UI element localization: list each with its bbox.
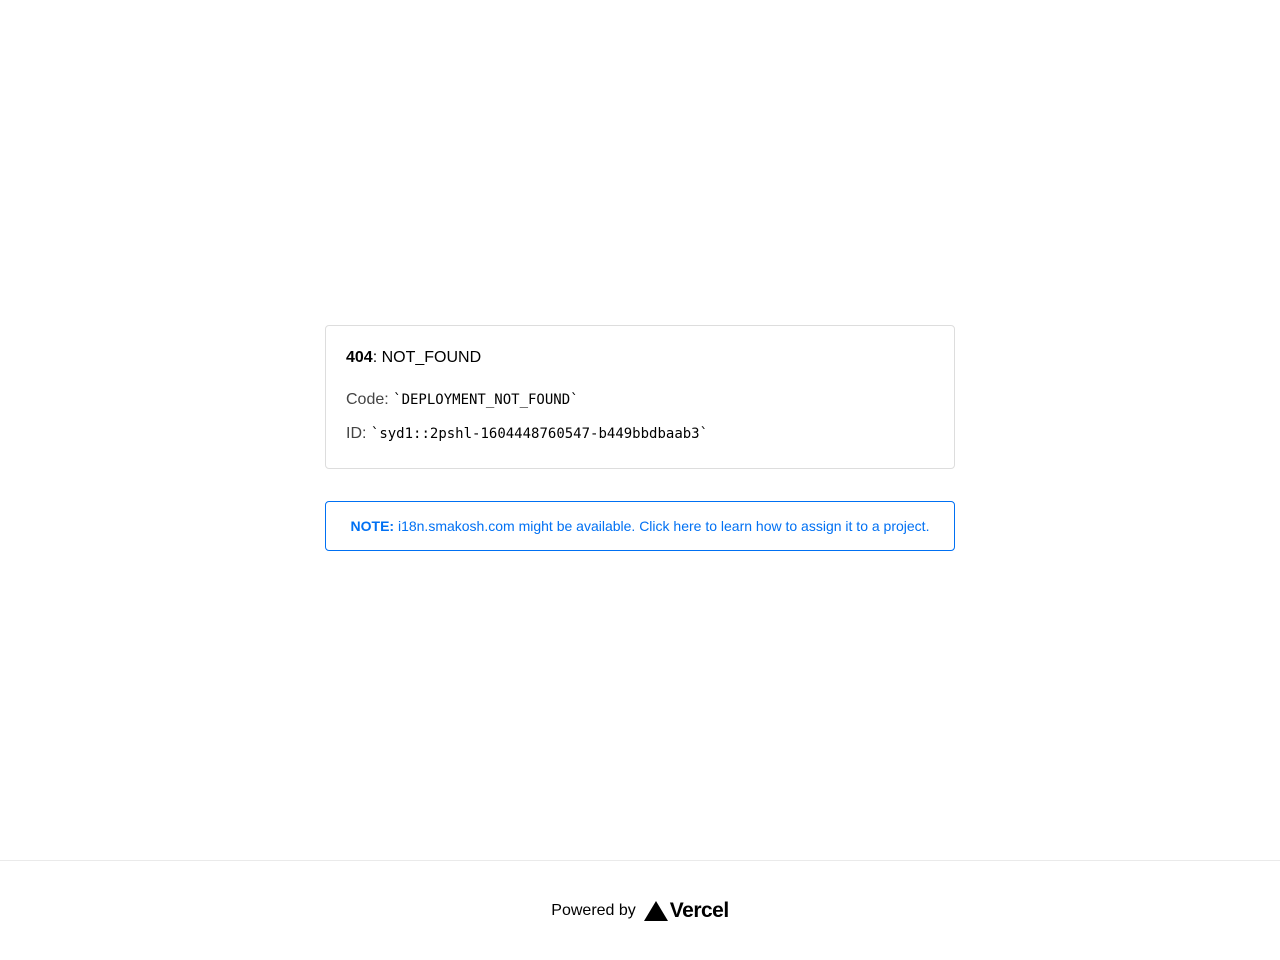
note-label: NOTE: (350, 518, 395, 534)
error-id-row: ID: `syd1::2pshl-1604448760547-b449bbdba… (346, 424, 708, 444)
error-code-label: Code: (346, 391, 394, 408)
status-code: 404 (346, 349, 373, 366)
vercel-logo: Vercel (643, 898, 729, 923)
vercel-triangle-icon (643, 900, 668, 921)
footer: Powered by Vercel (0, 860, 1280, 960)
powered-by-text: Powered by (551, 901, 636, 919)
error-card: 404: NOT_FOUND Code: `DEPLOYMENT_NOT_FOU… (325, 325, 955, 469)
page: 404: NOT_FOUND Code: `DEPLOYMENT_NOT_FOU… (0, 0, 1280, 960)
note-message: i18n.smakosh.com might be available. Cli… (394, 518, 930, 534)
note-link[interactable]: NOTE: i18n.smakosh.com might be availabl… (325, 501, 955, 551)
error-id-label: ID: (346, 425, 371, 442)
error-id-value: `syd1::2pshl-1604448760547-b449bbdbaab3` (370, 426, 709, 442)
error-title: 404: NOT_FOUND (346, 348, 481, 368)
note-text: NOTE: i18n.smakosh.com might be availabl… (351, 518, 930, 534)
error-code-row: Code: `DEPLOYMENT_NOT_FOUND` (346, 390, 579, 410)
status-message: : NOT_FOUND (372, 349, 482, 366)
powered-by-vercel-link[interactable]: Powered by Vercel (551, 898, 729, 923)
error-code-value: `DEPLOYMENT_NOT_FOUND` (393, 392, 579, 408)
main-content: 404: NOT_FOUND Code: `DEPLOYMENT_NOT_FOU… (0, 0, 1280, 860)
vercel-wordmark: Vercel (669, 898, 729, 922)
